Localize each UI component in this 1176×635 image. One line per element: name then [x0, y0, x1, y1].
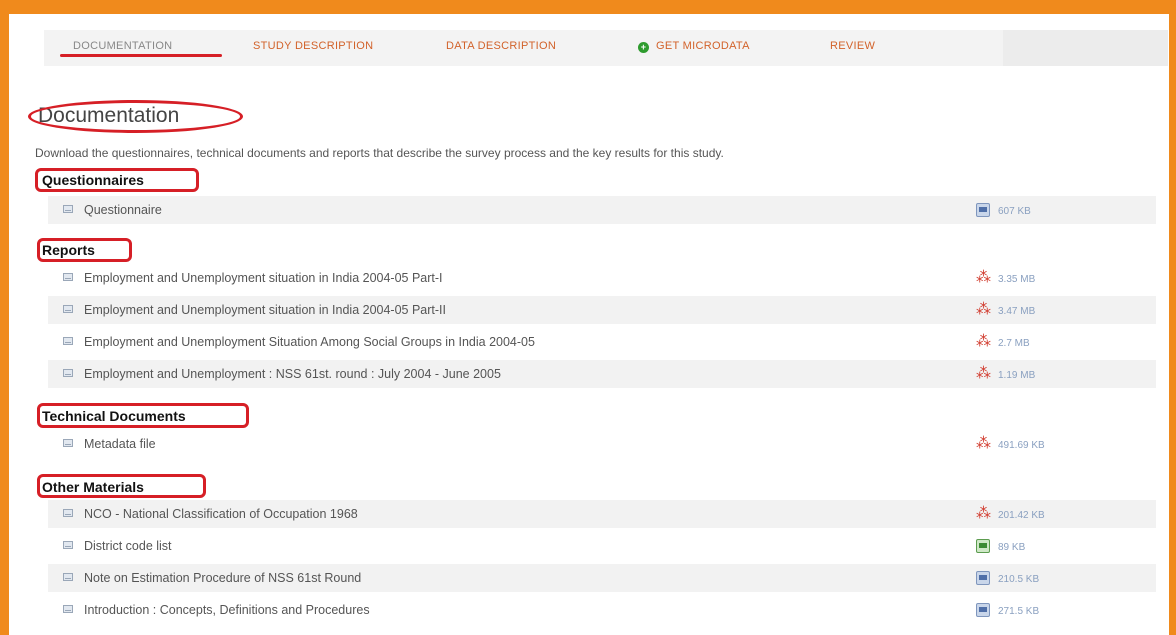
- list-item[interactable]: Note on Estimation Procedure of NSS 61st…: [48, 564, 1156, 592]
- file-size: 201.42 KB: [998, 510, 1045, 521]
- excel-icon[interactable]: [976, 539, 990, 553]
- tab-get-microdata[interactable]: + GET MICRODATA: [638, 40, 750, 53]
- document-title[interactable]: Questionnaire: [84, 203, 162, 217]
- file-size: 3.47 MB: [998, 306, 1036, 317]
- list-item[interactable]: Employment and Unemployment situation in…: [48, 296, 1156, 324]
- word-doc-icon[interactable]: [976, 603, 990, 617]
- tab-review[interactable]: REVIEW: [830, 40, 875, 52]
- document-icon: [63, 541, 73, 549]
- tab-bar: [44, 30, 1168, 66]
- document-title[interactable]: Introduction : Concepts, Definitions and…: [84, 603, 370, 617]
- document-icon: [63, 337, 73, 345]
- tab-get-microdata-label: GET MICRODATA: [656, 40, 750, 52]
- pdf-icon[interactable]: ⁂: [976, 270, 991, 285]
- document-icon: [63, 369, 73, 377]
- document-icon: [63, 573, 73, 581]
- document-icon: [63, 439, 73, 447]
- file-size: 271.5 KB: [998, 606, 1040, 617]
- word-doc-icon[interactable]: [976, 203, 990, 217]
- document-icon: [63, 305, 73, 313]
- list-item[interactable]: Employment and Unemployment Situation Am…: [48, 328, 1156, 356]
- tab-documentation[interactable]: DOCUMENTATION: [73, 40, 172, 52]
- pdf-icon[interactable]: ⁂: [976, 366, 991, 381]
- list-item[interactable]: Employment and Unemployment : NSS 61st. …: [48, 360, 1156, 388]
- word-doc-icon[interactable]: [976, 571, 990, 585]
- section-highlight-box: [37, 403, 249, 428]
- file-size: 2.7 MB: [998, 338, 1030, 349]
- list-item[interactable]: Introduction : Concepts, Definitions and…: [48, 596, 1156, 624]
- section-highlight-box: [37, 238, 132, 262]
- plus-circle-icon: +: [638, 42, 649, 53]
- document-title[interactable]: Employment and Unemployment situation in…: [84, 303, 446, 317]
- file-size: 3.35 MB: [998, 274, 1036, 285]
- tab-bar-filler: [1003, 30, 1168, 66]
- document-title[interactable]: Metadata file: [84, 437, 156, 451]
- document-title[interactable]: District code list: [84, 539, 172, 553]
- page-description: Download the questionnaires, technical d…: [35, 146, 724, 160]
- document-icon: [63, 205, 73, 213]
- document-title[interactable]: Employment and Unemployment situation in…: [84, 271, 443, 285]
- pdf-icon[interactable]: ⁂: [976, 436, 991, 451]
- document-title[interactable]: Note on Estimation Procedure of NSS 61st…: [84, 571, 361, 585]
- document-icon: [63, 605, 73, 613]
- document-title[interactable]: Employment and Unemployment Situation Am…: [84, 335, 535, 349]
- file-size: 1.19 MB: [998, 370, 1036, 381]
- file-size: 210.5 KB: [998, 574, 1040, 585]
- pdf-icon[interactable]: ⁂: [976, 506, 991, 521]
- document-icon: [63, 273, 73, 281]
- document-title[interactable]: NCO - National Classification of Occupat…: [84, 507, 358, 521]
- list-item[interactable]: Questionnaire 607 KB: [48, 196, 1156, 224]
- title-highlight-oval: [28, 100, 243, 133]
- list-item[interactable]: District code list 89 KB: [48, 532, 1156, 560]
- document-icon: [63, 509, 73, 517]
- section-highlight-box: [35, 168, 199, 192]
- list-item[interactable]: Employment and Unemployment situation in…: [48, 264, 1156, 292]
- section-highlight-box: [37, 474, 206, 498]
- tab-data-description[interactable]: DATA DESCRIPTION: [446, 40, 556, 52]
- tab-study-description[interactable]: STUDY DESCRIPTION: [253, 40, 373, 52]
- document-title[interactable]: Employment and Unemployment : NSS 61st. …: [84, 367, 501, 381]
- file-size: 89 KB: [998, 542, 1026, 553]
- pdf-icon[interactable]: ⁂: [976, 302, 991, 317]
- list-item[interactable]: Metadata file ⁂ 491.69 KB: [48, 430, 1156, 458]
- file-size: 607 KB: [998, 206, 1031, 217]
- pdf-icon[interactable]: ⁂: [976, 334, 991, 349]
- file-size: 491.69 KB: [998, 440, 1045, 451]
- list-item[interactable]: NCO - National Classification of Occupat…: [48, 500, 1156, 528]
- active-tab-highlight: [60, 54, 222, 57]
